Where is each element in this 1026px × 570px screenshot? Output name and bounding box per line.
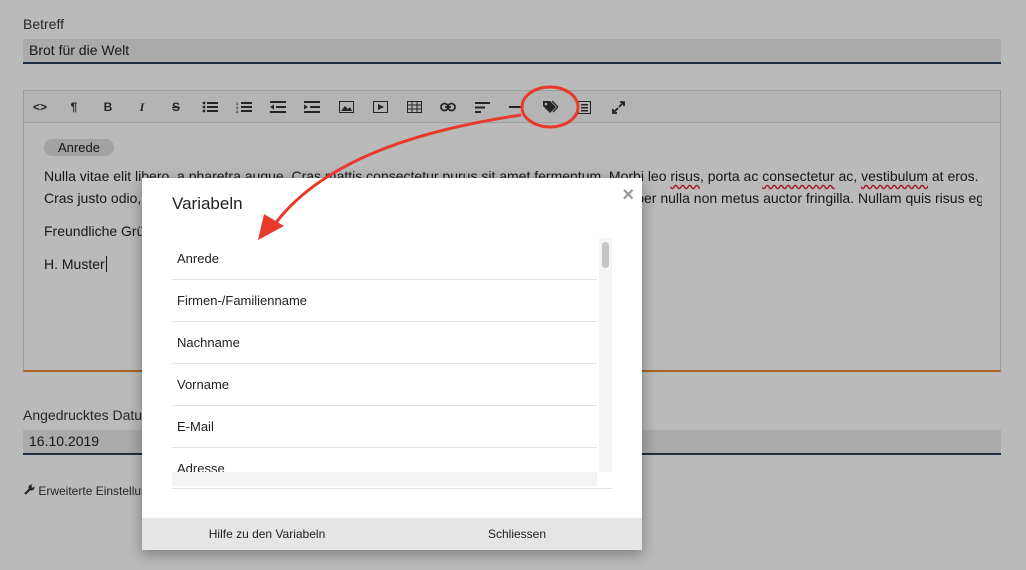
- annotation-overlay: [258, 85, 580, 240]
- annotation-circle: [520, 85, 580, 129]
- annotation-arrow: [270, 113, 522, 229]
